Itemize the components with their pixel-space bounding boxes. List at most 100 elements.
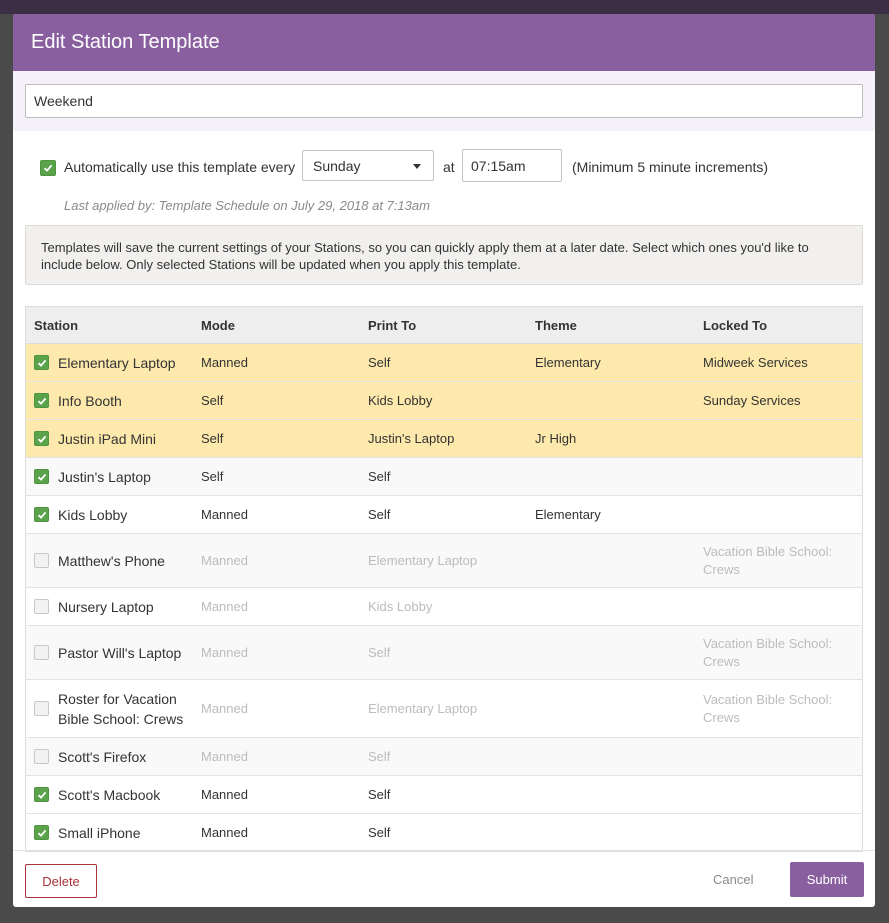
print-to-cell: Self [368,469,391,484]
check-icon [37,829,46,837]
mode-cell: Self [201,431,224,446]
station-cell: Kids Lobby [26,505,193,525]
locked-to-cell: Vacation Bible School: Crews [703,543,833,577]
station-checkbox[interactable] [34,393,49,408]
table-row[interactable]: Roster for Vacation Bible School: Crews M… [26,680,862,738]
check-icon [43,164,53,172]
station-cell: Pastor Will's Laptop [26,643,193,663]
table-header: Station Mode Print To Theme Locked To [26,307,862,344]
modal-header: Edit Station Template [13,14,875,71]
station-name: Justin iPad Mini [58,430,157,447]
table-row[interactable]: Justin's Laptop Self Self [26,458,862,496]
mode-cell: Manned [201,553,248,568]
theme-cell: Elementary [535,507,601,522]
station-cell: Scott's Firefox [26,747,193,767]
check-icon [37,511,46,519]
locked-to-cell: Vacation Bible School: Crews [703,635,833,669]
print-to-cell: Self [368,787,391,802]
delete-button[interactable]: Delete [25,864,97,898]
station-checkbox[interactable] [34,787,49,802]
increment-note: (Minimum 5 minute increments) [572,159,769,175]
header-mode: Mode [201,317,235,333]
station-cell: Small iPhone [26,823,193,843]
station-cell: Scott's Macbook [26,785,193,805]
print-to-cell: Self [368,507,391,522]
edit-station-template-modal: Edit Station Template Automatically use … [13,14,875,907]
station-checkbox[interactable] [34,431,49,446]
backdrop [0,0,889,14]
cancel-button[interactable]: Cancel [713,872,753,887]
header-locked-to: Locked To [703,317,768,333]
check-icon [37,359,46,367]
station-cell: Elementary Laptop [26,353,193,373]
station-cell: Info Booth [26,391,193,411]
station-checkbox[interactable] [34,507,49,522]
mode-cell: Self [201,469,224,484]
mode-cell: Manned [201,599,248,614]
print-to-cell: Elementary Laptop [368,553,478,568]
check-icon [37,435,46,443]
print-to-cell: Elementary Laptop [368,701,478,716]
station-checkbox[interactable] [34,469,49,484]
station-cell: Justin's Laptop [26,467,193,487]
station-checkbox[interactable] [34,701,49,716]
table-row[interactable]: Small iPhone Manned Self [26,814,862,851]
station-checkbox[interactable] [34,749,49,764]
mode-cell: Manned [201,355,248,370]
mode-cell: Manned [201,825,248,840]
table-row[interactable]: Kids Lobby Manned Self Elementary [26,496,862,534]
at-label: at [443,159,455,175]
station-cell: Matthew's Phone [26,551,193,571]
station-name: Scott's Firefox [58,748,147,765]
station-name: Pastor Will's Laptop [58,644,182,661]
station-name: Info Booth [58,392,122,409]
table-row[interactable]: Scott's Macbook Manned Self [26,776,862,814]
submit-button[interactable]: Submit [790,862,864,897]
print-to-cell: Self [368,749,391,764]
mode-cell: Manned [201,507,248,522]
stations-table: Station Mode Print To Theme Locked To El… [25,306,863,852]
info-box: Templates will save the current settings… [25,225,863,285]
table-row[interactable]: Scott's Firefox Manned Self [26,738,862,776]
auto-apply-checkbox[interactable] [40,160,56,176]
header-theme: Theme [535,317,577,333]
table-row[interactable]: Info Booth Self Kids Lobby Sunday Services [26,382,862,420]
theme-cell: Jr High [535,431,577,446]
last-applied-text: Last applied by: Template Schedule on Ju… [64,198,430,213]
schedule-row: Automatically use this template every Su… [13,149,875,185]
station-name: Scott's Macbook [58,786,161,803]
print-to-cell: Kids Lobby [368,599,433,614]
template-name-input[interactable] [25,84,863,118]
print-to-cell: Self [368,825,391,840]
station-cell: Nursery Laptop [26,597,193,617]
mode-cell: Manned [201,701,248,716]
table-row[interactable]: Pastor Will's Laptop Manned Self Vacation B… [26,626,862,680]
print-to-cell: Self [368,355,391,370]
header-print-to: Print To [368,317,417,333]
table-row[interactable]: Justin iPad Mini Self Justin's Laptop Jr Hi… [26,420,862,458]
station-checkbox[interactable] [34,645,49,660]
table-row[interactable]: Matthew's Phone Manned Elementary Laptop Va… [26,534,862,588]
locked-to-cell: Sunday Services [703,392,801,408]
mode-cell: Manned [201,749,248,764]
table-row[interactable]: Elementary Laptop Manned Self Elementary Mid… [26,344,862,382]
print-to-cell: Self [368,645,391,660]
station-cell: Justin iPad Mini [26,429,193,449]
station-name: Nursery Laptop [58,598,154,615]
table-row[interactable]: Nursery Laptop Manned Kids Lobby [26,588,862,626]
day-select[interactable]: Sunday [302,150,434,181]
station-checkbox[interactable] [34,355,49,370]
time-input[interactable] [462,149,562,182]
locked-to-cell: Vacation Bible School: Crews [703,691,833,725]
station-name: Matthew's Phone [58,552,165,569]
print-to-cell: Kids Lobby [368,393,433,408]
header-station: Station [34,317,79,333]
station-cell: Roster for Vacation Bible School: Crews [26,689,193,729]
mode-cell: Manned [201,645,248,660]
station-checkbox[interactable] [34,825,49,840]
station-name: Elementary Laptop [58,354,176,371]
station-name: Kids Lobby [58,506,128,523]
modal-footer: Delete Cancel Submit [13,850,875,907]
station-checkbox[interactable] [34,599,49,614]
station-checkbox[interactable] [34,553,49,568]
